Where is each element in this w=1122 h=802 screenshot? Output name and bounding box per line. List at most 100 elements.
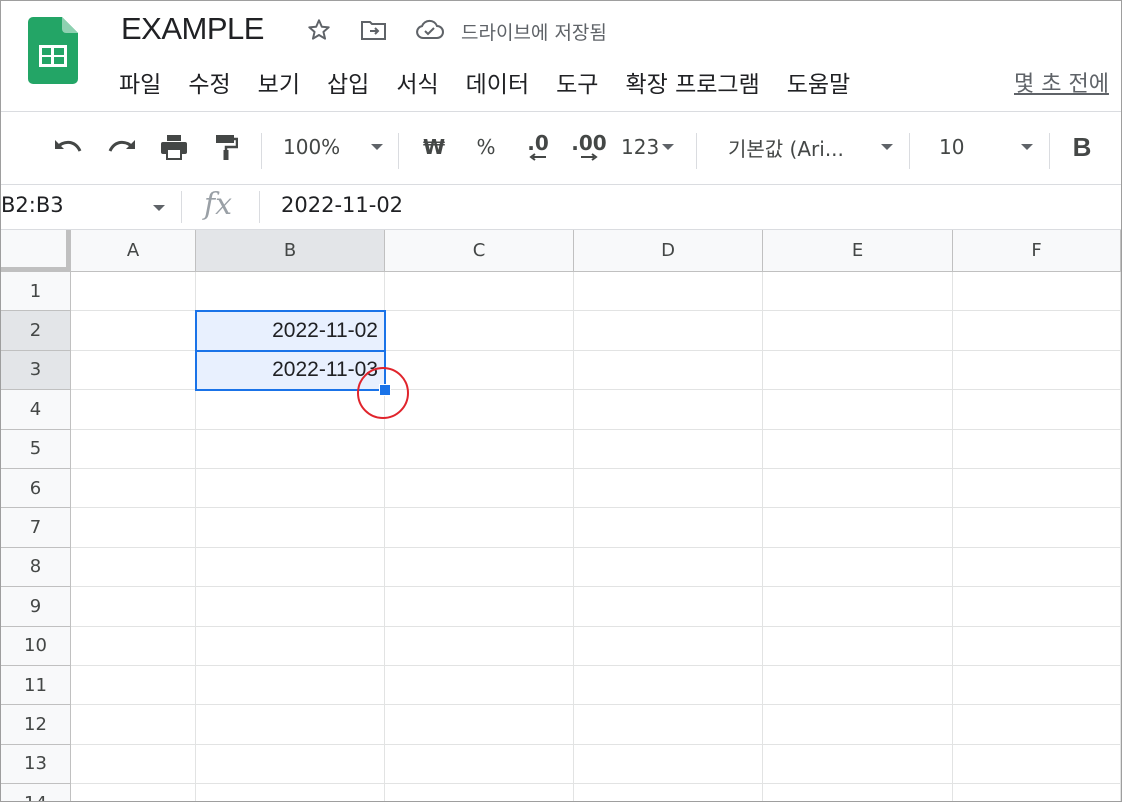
cell-e12[interactable] [763, 705, 953, 745]
menu-view[interactable]: 보기 [258, 63, 300, 101]
formula-input[interactable]: 2022-11-02 [281, 193, 403, 217]
cell-a3[interactable] [71, 350, 196, 391]
move-to-folder-icon[interactable] [359, 15, 389, 45]
cell-d5[interactable] [574, 429, 763, 469]
font-size-select[interactable]: 10 [939, 131, 1033, 163]
cell-e4[interactable] [763, 390, 953, 430]
cell-b7[interactable] [196, 508, 385, 548]
cell-a8[interactable] [71, 547, 196, 588]
cell-b9[interactable] [196, 587, 385, 627]
cell-e9[interactable] [763, 587, 953, 627]
row-header-7[interactable]: 7 [1, 508, 71, 548]
row-header-5[interactable]: 5 [1, 429, 71, 469]
bold-button[interactable]: B [1067, 131, 1097, 163]
cell-c5[interactable] [385, 429, 574, 469]
column-header-c[interactable]: C [385, 230, 574, 272]
cell-e14[interactable] [763, 784, 953, 801]
cell-d1[interactable] [574, 272, 763, 312]
column-header-e[interactable]: E [763, 230, 953, 272]
cell-a1[interactable] [71, 272, 196, 312]
cell-a4[interactable] [71, 390, 196, 430]
cell-b13[interactable] [196, 744, 385, 785]
cell-f3[interactable] [953, 350, 1121, 391]
menu-data[interactable]: 데이터 [466, 63, 529, 101]
zoom-select[interactable]: 100% [283, 131, 383, 163]
cell-c7[interactable] [385, 508, 574, 548]
menu-tools[interactable]: 도구 [556, 63, 598, 101]
row-header-6[interactable]: 6 [1, 469, 71, 509]
cell-a12[interactable] [71, 705, 196, 745]
cell-d12[interactable] [574, 705, 763, 745]
cell-d7[interactable] [574, 508, 763, 548]
menu-help[interactable]: 도움말 [787, 63, 850, 101]
star-icon[interactable] [304, 15, 334, 45]
increase-decimal-button[interactable]: .00 [569, 131, 609, 163]
cell-b14[interactable] [196, 784, 385, 801]
cell-f9[interactable] [953, 587, 1121, 627]
cell-c12[interactable] [385, 705, 574, 745]
cell-a10[interactable] [71, 626, 196, 666]
percent-format-button[interactable]: % [471, 131, 501, 163]
cell-f6[interactable] [953, 469, 1121, 509]
select-all-corner[interactable] [1, 230, 71, 272]
cell-c2[interactable] [385, 311, 574, 351]
cell-f4[interactable] [953, 390, 1121, 430]
column-header-f[interactable]: F [953, 230, 1121, 272]
cell-e5[interactable] [763, 429, 953, 469]
font-family-select[interactable]: 기본값 (Ari... [728, 131, 893, 163]
cell-c14[interactable] [385, 784, 574, 801]
cell-b8[interactable] [196, 547, 385, 588]
cell-a13[interactable] [71, 744, 196, 785]
document-title[interactable]: EXAMPLE [121, 11, 264, 47]
cell-e11[interactable] [763, 666, 953, 706]
undo-icon[interactable] [51, 131, 85, 163]
cell-d14[interactable] [574, 784, 763, 801]
cell-f7[interactable] [953, 508, 1121, 548]
cell-c1[interactable] [385, 272, 574, 312]
name-box[interactable]: B2:B3 [1, 193, 64, 217]
row-header-13[interactable]: 13 [1, 744, 71, 785]
cell-d9[interactable] [574, 587, 763, 627]
cell-d11[interactable] [574, 666, 763, 706]
cell-c11[interactable] [385, 666, 574, 706]
row-header-11[interactable]: 11 [1, 666, 71, 706]
cell-e3[interactable] [763, 350, 953, 391]
cell-a6[interactable] [71, 469, 196, 509]
cell-e2[interactable] [763, 311, 953, 351]
cell-a14[interactable] [71, 784, 196, 801]
column-header-d[interactable]: D [574, 230, 763, 272]
more-formats-button[interactable]: 123 [621, 131, 681, 163]
cell-f12[interactable] [953, 705, 1121, 745]
row-header-14[interactable]: 14 [1, 784, 71, 801]
row-header-1[interactable]: 1 [1, 272, 71, 312]
cell-b5[interactable] [196, 429, 385, 469]
cell-c10[interactable] [385, 626, 574, 666]
row-header-12[interactable]: 12 [1, 705, 71, 745]
redo-icon[interactable] [105, 131, 139, 163]
cell-c13[interactable] [385, 744, 574, 785]
column-header-a[interactable]: A [71, 230, 196, 272]
save-status[interactable]: 드라이브에 저장됨 [461, 18, 607, 45]
cell-c8[interactable] [385, 547, 574, 588]
currency-format-button[interactable]: ₩ [419, 131, 449, 163]
cell-a2[interactable] [71, 311, 196, 351]
row-header-10[interactable]: 10 [1, 626, 71, 666]
cell-f13[interactable] [953, 744, 1121, 785]
decrease-decimal-button[interactable]: .0 [519, 131, 557, 163]
cell-c3[interactable] [385, 350, 574, 391]
cell-e6[interactable] [763, 469, 953, 509]
row-header-2[interactable]: 2 [1, 311, 71, 351]
menu-extensions[interactable]: 확장 프로그램 [625, 63, 759, 101]
cell-f11[interactable] [953, 666, 1121, 706]
cloud-check-icon[interactable] [415, 15, 445, 45]
cell-e13[interactable] [763, 744, 953, 785]
cell-d8[interactable] [574, 547, 763, 588]
cell-d2[interactable] [574, 311, 763, 351]
cell-b11[interactable] [196, 666, 385, 706]
cell-f10[interactable] [953, 626, 1121, 666]
row-header-9[interactable]: 9 [1, 587, 71, 627]
cell-d3[interactable] [574, 350, 763, 391]
cell-f1[interactable] [953, 272, 1121, 312]
cell-f8[interactable] [953, 547, 1121, 588]
cell-f14[interactable] [953, 784, 1121, 801]
